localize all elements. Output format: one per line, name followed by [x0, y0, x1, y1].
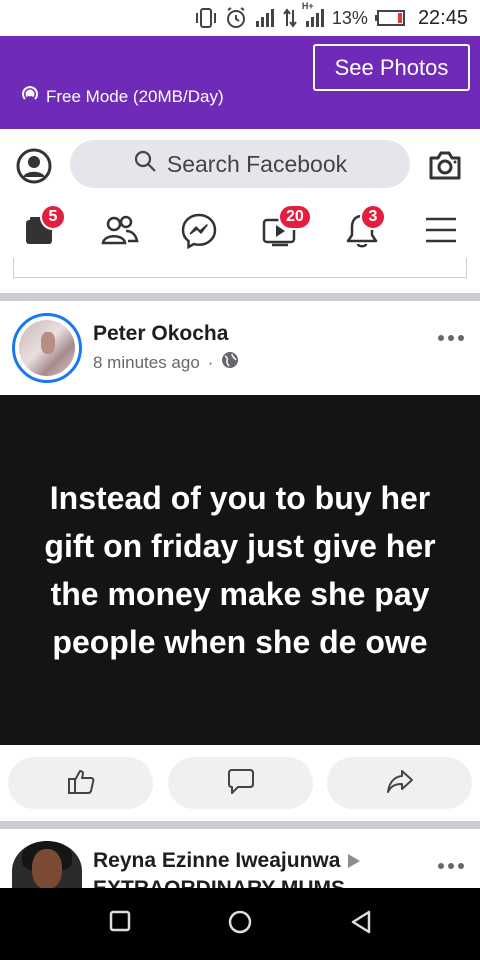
vibrate-icon — [194, 7, 218, 29]
feed-divider — [0, 293, 480, 301]
avatar-face — [32, 849, 62, 889]
home-icon[interactable] — [228, 910, 252, 939]
feed-badge: 5 — [40, 204, 66, 230]
clock: 22:45 — [417, 6, 468, 29]
signal-icon — [254, 7, 276, 29]
avatar-photo — [19, 320, 75, 376]
feed-divider — [0, 821, 480, 829]
share-icon — [385, 766, 415, 801]
battery-percent: 13% — [331, 7, 368, 28]
search-icon — [133, 149, 157, 179]
post-options-icon[interactable] — [436, 858, 466, 876]
share-button[interactable] — [327, 757, 472, 809]
arrow-right-icon — [348, 854, 361, 868]
notifications-badge: 3 — [360, 204, 386, 230]
like-button[interactable] — [8, 757, 153, 809]
search-placeholder: Search Facebook — [166, 150, 348, 177]
nav-bar — [0, 200, 480, 258]
free-mode-text: Free Mode (20MB/Day) — [46, 86, 224, 106]
avatar[interactable] — [12, 313, 82, 383]
data-arrows-icon — [282, 7, 298, 29]
free-mode-label: Free Mode (20MB/Day) — [20, 84, 224, 109]
watch-icon — [262, 218, 298, 252]
camera-icon[interactable] — [428, 150, 462, 185]
post-options-icon[interactable] — [436, 330, 466, 348]
post-author[interactable]: Peter Okocha — [93, 322, 228, 346]
nav-messenger[interactable] — [180, 212, 220, 252]
back-icon[interactable] — [350, 910, 372, 939]
search-input[interactable]: Search Facebook — [70, 140, 410, 188]
like-icon — [66, 766, 96, 801]
friends-icon — [100, 215, 140, 252]
post-group[interactable]: EXTRAORDINARY MUMS — [93, 876, 345, 888]
nav-menu[interactable] — [424, 212, 464, 252]
post-timestamp[interactable]: 8 minutes ago — [93, 353, 200, 373]
bell-icon — [344, 214, 380, 254]
post-author-name[interactable]: Reyna Ezinne Iweajunwa — [93, 849, 340, 873]
signal-hplus-icon: H+ — [302, 1, 326, 29]
battery-icon — [374, 9, 406, 27]
post-text: Instead of you to buy her gift on friday… — [44, 480, 436, 660]
recents-icon[interactable] — [109, 910, 131, 937]
comment-button[interactable] — [168, 757, 313, 809]
nav-friends[interactable] — [100, 212, 140, 252]
menu-icon — [424, 217, 458, 250]
globe-icon — [221, 351, 239, 374]
profile-icon[interactable] — [16, 148, 52, 189]
post-author: Reyna Ezinne Iweajunwa — [93, 849, 361, 873]
post-meta: 8 minutes ago · — [93, 351, 239, 374]
feed-icon — [22, 217, 58, 252]
alarm-icon — [224, 6, 248, 30]
composer-box[interactable] — [13, 258, 467, 278]
watch-badge: 20 — [278, 204, 312, 230]
post-content[interactable]: Instead of you to buy her gift on friday… — [0, 395, 480, 745]
status-bar: H+ 13% 22:45 — [0, 0, 480, 36]
comment-icon — [226, 766, 256, 801]
free-mode-icon — [20, 84, 40, 109]
see-photos-button[interactable]: See Photos — [313, 44, 470, 91]
messenger-icon — [180, 213, 218, 254]
meta-separator: · — [207, 352, 214, 372]
